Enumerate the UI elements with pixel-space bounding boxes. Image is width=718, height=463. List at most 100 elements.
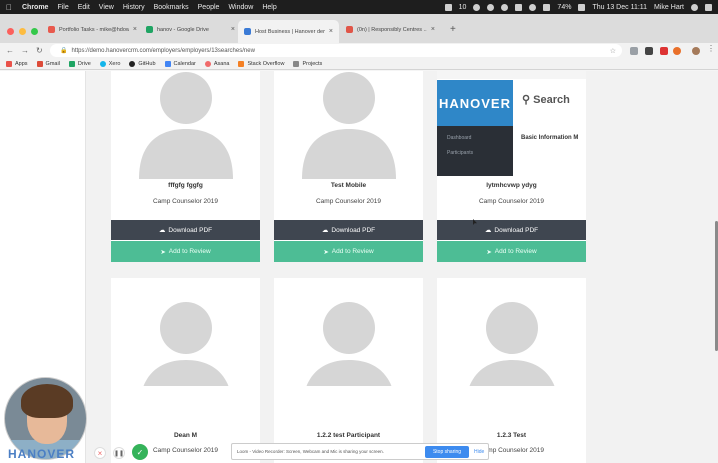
preview-info-heading: Basic Information M — [521, 135, 579, 141]
bookmark-label: Drive — [77, 60, 91, 67]
preview-sidebar: Dashboard Participants — [437, 126, 513, 176]
menu-kebab-icon[interactable]: ⋮ — [707, 44, 715, 53]
new-tab-icon[interactable]: + — [450, 24, 456, 35]
bookmark-stackoverflow[interactable]: Stack Overflow — [238, 60, 285, 67]
bookmark-label: Stack Overflow — [247, 60, 285, 67]
forward-icon[interactable]: → — [21, 46, 29, 55]
bookmark-apps[interactable]: Apps — [6, 60, 28, 67]
finish-recording-icon[interactable]: ✓ — [132, 444, 148, 460]
stop-sharing-button[interactable]: Stop sharing — [425, 446, 469, 458]
participant-card: 1.2.2 test Participant — [274, 278, 423, 463]
tab-google-drive[interactable]: hanov - Google Drive × — [140, 20, 241, 39]
cloud-download-icon: ☁ — [321, 227, 329, 234]
list-icon[interactable] — [705, 3, 712, 11]
pause-icon[interactable] — [444, 3, 452, 11]
menu-bookmarks[interactable]: Bookmarks — [154, 4, 189, 11]
search-icon: ⚲ — [522, 94, 534, 106]
close-icon[interactable]: × — [329, 28, 333, 35]
tab-portfolio-tasks[interactable]: Portfolio Tasks - mike@hdown... × — [42, 20, 143, 39]
close-window-icon[interactable] — [7, 28, 14, 35]
add-to-review-button[interactable]: ➤ Add to Review — [274, 241, 423, 262]
drive-favicon-icon — [146, 26, 153, 33]
menu-window[interactable]: Window — [228, 4, 253, 11]
bookmark-xero[interactable]: Xero — [99, 60, 120, 67]
bookmark-drive[interactable]: Drive — [68, 60, 91, 67]
bookmark-star-icon[interactable]: ☆ — [610, 47, 616, 55]
user-name[interactable]: Mike Hart — [654, 4, 684, 11]
avatar-placeholder — [274, 278, 423, 386]
minimize-window-icon[interactable] — [19, 28, 26, 35]
wifi-icon[interactable] — [529, 3, 537, 11]
bookmark-label: GitHub — [138, 60, 156, 67]
pause-recording-icon[interactable]: ❚❚ — [113, 447, 125, 459]
button-label: Download PDF — [168, 226, 213, 234]
volume-icon[interactable] — [543, 3, 551, 11]
bookmark-label: Calendar — [173, 60, 196, 67]
record-icon[interactable] — [473, 3, 481, 11]
profile-avatar[interactable] — [692, 47, 700, 55]
close-icon[interactable]: × — [431, 26, 435, 33]
cancel-recording-icon[interactable]: × — [94, 447, 106, 459]
tab-title: (0n) | Responsibly Centres ... — [357, 26, 427, 33]
page-content: fffgfg fggfg Camp Counselor 2019 ☁ Downlo… — [0, 71, 718, 463]
avatar-placeholder — [274, 71, 423, 179]
cloud-icon[interactable] — [487, 3, 495, 11]
address-bar[interactable]: 🔒 https://demo.hanovercrm.com/employers/… — [50, 44, 622, 57]
apple-icon[interactable]:  — [6, 3, 12, 12]
tab-responsibility[interactable]: (0n) | Responsibly Centres ... × — [340, 20, 441, 39]
clock[interactable]: Thu 13 Dec 11:11 — [592, 4, 647, 11]
menu-history[interactable]: History — [123, 4, 145, 11]
back-icon[interactable]: ← — [6, 46, 14, 55]
asana-favicon-icon — [48, 26, 55, 33]
lock-icon[interactable]: 🔒 — [60, 47, 67, 54]
avatar-placeholder — [111, 278, 260, 386]
gmail-icon — [36, 60, 43, 67]
bookmark-calendar[interactable]: Calendar — [164, 60, 196, 67]
zoom-window-icon[interactable] — [31, 28, 38, 35]
bluetooth-icon[interactable] — [515, 3, 523, 11]
add-to-review-button[interactable]: ➤ Add to Review — [437, 241, 586, 262]
calendar-icon — [164, 60, 171, 67]
add-to-review-button[interactable]: ➤ Add to Review — [111, 241, 260, 262]
extension-icon[interactable] — [673, 47, 681, 55]
screen-sharing-bar: Loom - Video Recorder: Screen, Webcam an… — [231, 443, 489, 460]
bookmark-label: Asana — [213, 60, 230, 67]
bookmark-github[interactable]: GitHub — [129, 60, 156, 67]
preview-menu-dashboard: Dashboard — [447, 135, 472, 141]
cloud-download-icon: ☁ — [158, 227, 166, 234]
search-icon[interactable] — [691, 3, 698, 11]
participant-name: Test Mobile — [330, 182, 367, 189]
menu-edit[interactable]: Edit — [78, 4, 90, 11]
tab-host-business[interactable]: Host Business | Hanover demo × — [238, 20, 339, 43]
preview-menu-participants: Participants — [447, 150, 474, 156]
hide-sharing-bar-button[interactable]: Hide — [474, 449, 484, 455]
download-pdf-button[interactable]: ☁ Download PDF — [274, 220, 423, 240]
battery-icon[interactable] — [578, 3, 586, 11]
participant-role: Camp Counselor 2019 — [315, 198, 382, 205]
reload-icon[interactable]: ↻ — [36, 46, 43, 55]
extension-icon[interactable] — [630, 47, 638, 55]
menu-help[interactable]: Help — [262, 4, 276, 11]
participant-name: lytmhcvwp ydyg — [486, 182, 537, 189]
preview-search-label: Search — [533, 94, 570, 106]
extension-icon[interactable] — [660, 47, 668, 55]
menu-view[interactable]: View — [99, 4, 114, 11]
macos-menu-bar:  Chrome File Edit View History Bookmark… — [0, 0, 718, 14]
sync-icon[interactable] — [501, 3, 509, 11]
pin-icon: ➤ — [486, 248, 492, 256]
close-icon[interactable]: × — [231, 26, 235, 33]
extension-icon[interactable] — [645, 47, 653, 55]
menu-app-name[interactable]: Chrome — [22, 4, 48, 11]
bookmark-asana[interactable]: Asana — [204, 60, 230, 67]
menu-people[interactable]: People — [198, 4, 220, 11]
participant-role: Camp Counselor 2019 — [478, 198, 545, 205]
bookmark-gmail[interactable]: Gmail — [36, 60, 60, 67]
bookmark-projects[interactable]: Projects — [293, 60, 322, 67]
drive-icon — [68, 60, 75, 67]
download-pdf-button[interactable]: ☁ Download PDF — [437, 220, 586, 240]
download-pdf-button[interactable]: ☁ Download PDF — [111, 220, 260, 240]
folder-icon — [293, 60, 300, 67]
status-number: 10 — [458, 3, 467, 11]
menu-file[interactable]: File — [57, 4, 68, 11]
close-icon[interactable]: × — [133, 26, 137, 33]
